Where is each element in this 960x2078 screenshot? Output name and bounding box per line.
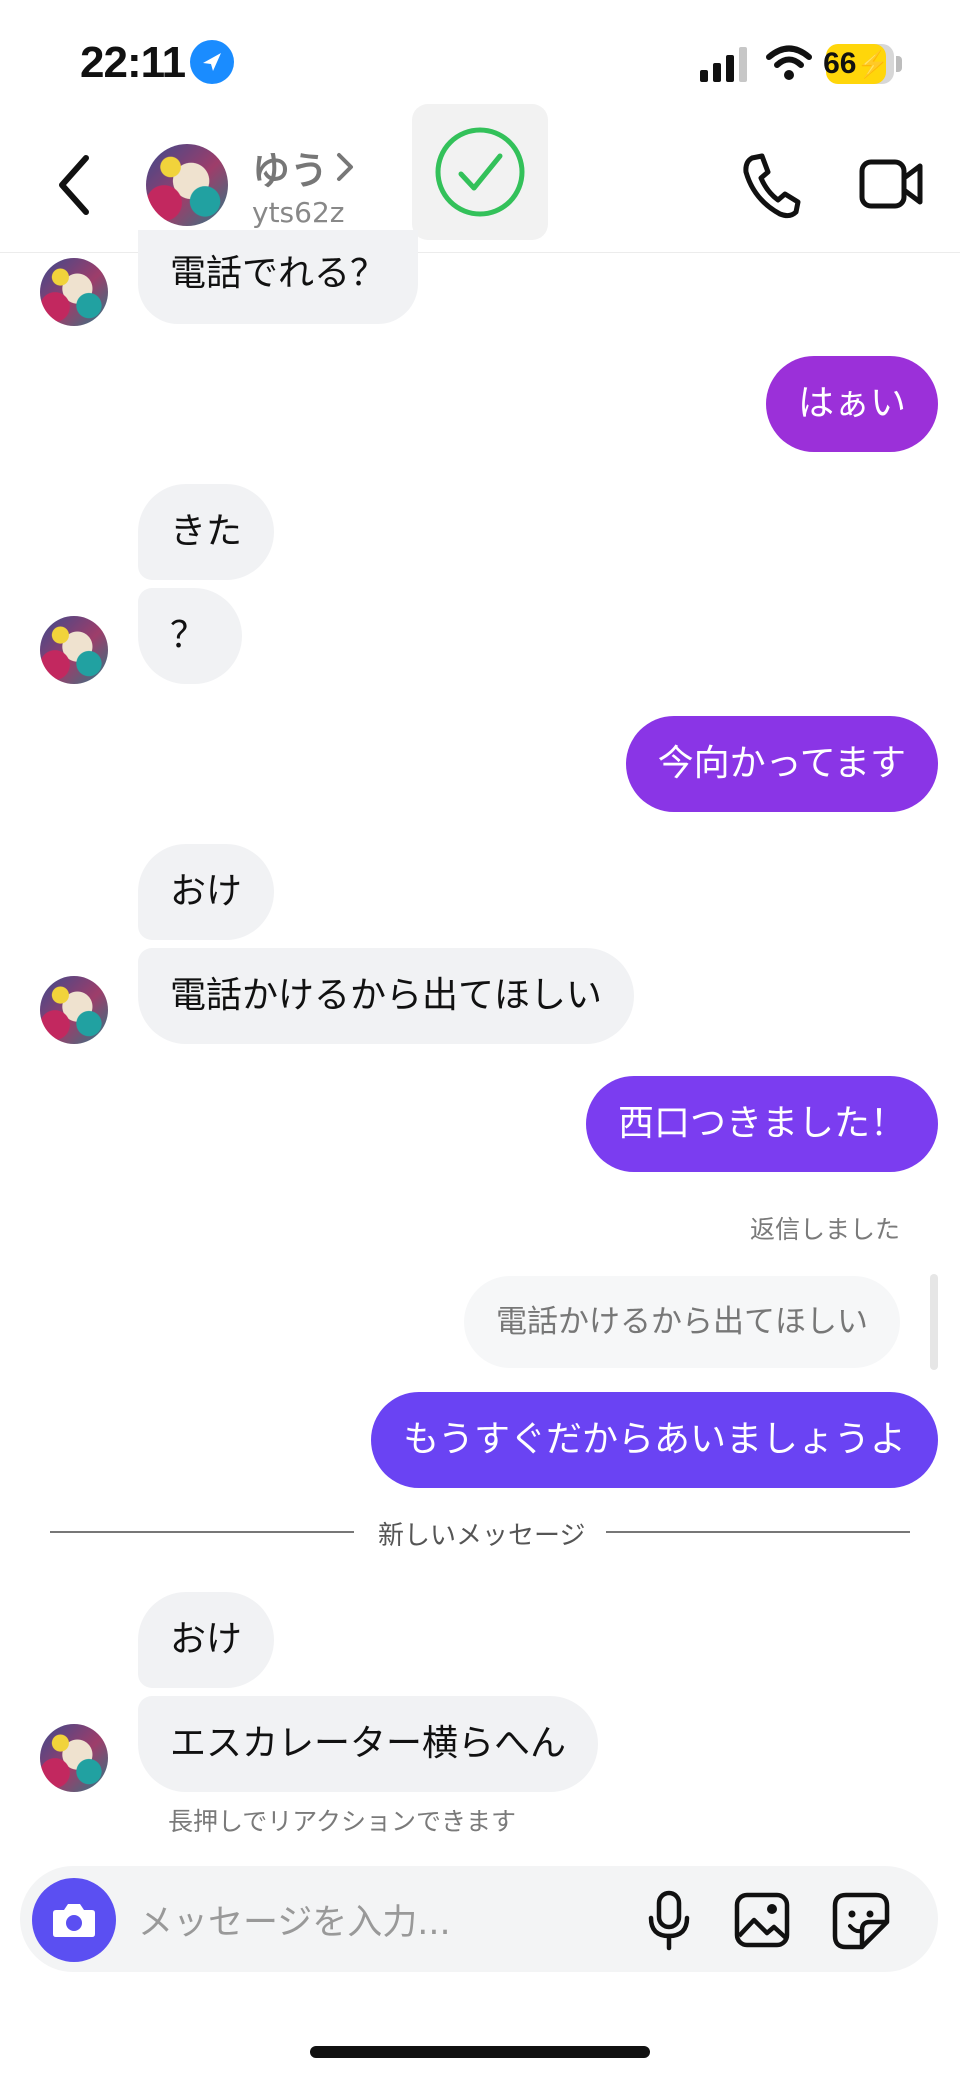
message-sent[interactable]: もうすぐだからあいましょうよ — [371, 1392, 938, 1488]
phone-call-icon[interactable] — [740, 150, 804, 220]
message-received[interactable]: 電話でれる？ — [138, 230, 419, 324]
message-sent[interactable]: 西口つきました！ — [585, 1076, 938, 1172]
message-received[interactable]: きた — [138, 484, 275, 580]
contact-name[interactable]: ゆう — [252, 140, 328, 195]
contact-username: yts62z — [252, 196, 345, 229]
message-received[interactable]: エスカレーター横らへん — [138, 1696, 599, 1792]
new-messages-label: 新しいメッセージ — [378, 1521, 586, 1551]
message-received[interactable]: おけ — [138, 1592, 275, 1688]
reply-label: 返信しました — [749, 1215, 900, 1244]
reply-quoted-message[interactable]: 電話かけるから出てほしい — [464, 1276, 900, 1368]
divider-line-right — [606, 1531, 910, 1533]
message-received[interactable]: ？ — [138, 588, 242, 684]
wifi-icon — [766, 44, 812, 82]
video-call-icon[interactable] — [858, 156, 924, 212]
chevron-right-icon — [334, 150, 356, 184]
gallery-icon[interactable] — [734, 1892, 790, 1948]
sender-avatar[interactable] — [40, 258, 108, 326]
back-button[interactable] — [52, 150, 96, 220]
battery-level: 66 ⚡ — [823, 44, 889, 84]
message-received[interactable]: 電話かけるから出てほしい — [138, 948, 635, 1044]
sticker-icon[interactable] — [832, 1892, 890, 1950]
battery-cap — [896, 56, 902, 72]
microphone-icon[interactable] — [646, 1890, 692, 1952]
signal-icon — [700, 46, 748, 82]
message-received[interactable]: おけ — [138, 844, 275, 940]
reaction-hint: 長押しでリアクションできます — [168, 1807, 517, 1836]
verified-check-button[interactable] — [412, 104, 548, 240]
home-indicator — [310, 2046, 650, 2058]
message-sent[interactable]: はぁい — [765, 356, 938, 452]
location-arrow-icon — [190, 40, 234, 84]
divider-line-left — [50, 1531, 354, 1533]
sender-avatar[interactable] — [40, 1724, 108, 1792]
message-input[interactable]: メッセージを入力... — [138, 1894, 451, 1945]
message-sent[interactable]: 今向かってます — [625, 716, 938, 812]
sender-avatar[interactable] — [40, 616, 108, 684]
status-time: 22:11 — [80, 38, 186, 87]
reply-indicator-bar — [930, 1274, 938, 1370]
camera-button[interactable] — [32, 1878, 116, 1962]
sender-avatar[interactable] — [40, 976, 108, 1044]
header-avatar[interactable] — [146, 144, 228, 226]
